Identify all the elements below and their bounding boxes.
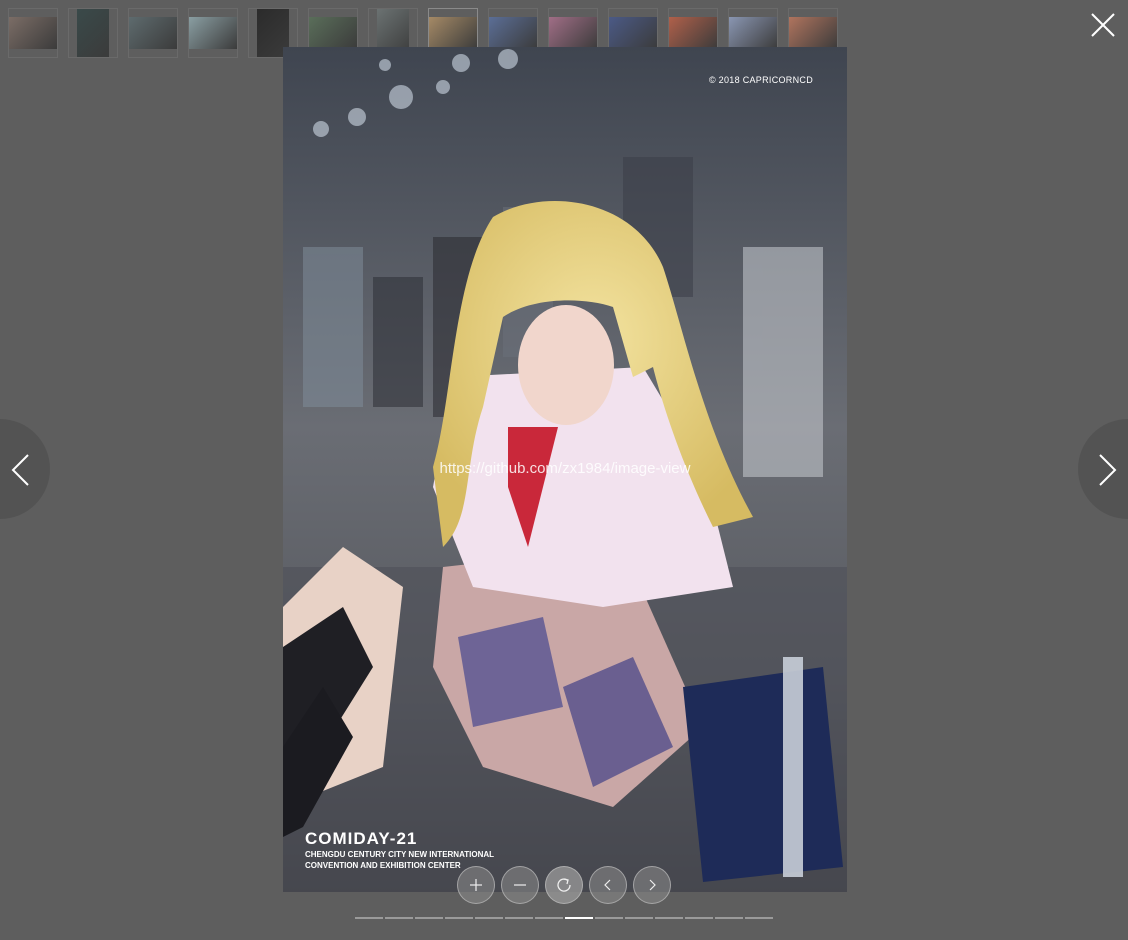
thumbnail[interactable] [68, 8, 118, 58]
page-indicator[interactable] [445, 917, 473, 919]
thumbnail[interactable] [8, 8, 58, 58]
page-indicator[interactable] [385, 917, 413, 919]
page-indicator[interactable] [715, 917, 743, 919]
thumbnail[interactable] [188, 8, 238, 58]
page-indicator[interactable] [685, 917, 713, 919]
thumbnail-image [189, 17, 237, 49]
next-image-button[interactable] [1078, 419, 1128, 519]
toolbar [457, 866, 677, 904]
thumbnail-image [789, 17, 837, 49]
thumbnail-image [549, 17, 597, 49]
event-subtitle-line: CHENGDU CENTURY CITY NEW INTERNATIONAL [305, 850, 495, 859]
close-icon [1091, 13, 1115, 37]
chevron-right-icon [649, 879, 656, 891]
rotate-icon [557, 878, 571, 892]
watermark-text: https://github.com/zx1984/image-view [439, 460, 691, 477]
zoom-out-button[interactable] [501, 866, 539, 904]
close-button[interactable] [1088, 10, 1118, 40]
image-viewer: © 2018 CAPRICORNCD COMIDAY-21 CHENGDU CE… [0, 0, 1128, 940]
page-indicator[interactable] [415, 917, 443, 919]
thumbnail-image [9, 17, 57, 49]
toolbar-next-button[interactable] [633, 866, 671, 904]
chevron-left-icon [604, 879, 611, 891]
thumbnail-image [489, 17, 537, 49]
page-indicator[interactable] [475, 917, 503, 919]
page-indicator[interactable] [625, 917, 653, 919]
thumbnail-image [77, 9, 109, 57]
chevron-right-icon [1099, 454, 1117, 486]
thumbnail-image [609, 17, 657, 49]
page-indicator[interactable] [355, 917, 383, 919]
page-indicator[interactable] [595, 917, 623, 919]
main-image[interactable]: © 2018 CAPRICORNCD COMIDAY-21 CHENGDU CE… [283, 47, 847, 892]
zoom-in-button[interactable] [457, 866, 495, 904]
thumbnail-image [669, 17, 717, 49]
copyright-text: © 2018 CAPRICORNCD [708, 75, 813, 85]
thumbnail-image [129, 17, 177, 49]
thumbnail-image [429, 17, 477, 49]
page-indicator[interactable] [565, 917, 593, 919]
page-indicator[interactable] [655, 917, 683, 919]
minus-icon [514, 884, 526, 886]
previous-image-button[interactable] [0, 419, 50, 519]
toolbar-prev-button[interactable] [589, 866, 627, 904]
page-indicator[interactable] [535, 917, 563, 919]
pagination [355, 917, 775, 919]
event-title: COMIDAY-21 [305, 829, 418, 848]
thumbnail[interactable] [128, 8, 178, 58]
thumbnail-image [729, 17, 777, 49]
rotate-button[interactable] [545, 866, 583, 904]
page-indicator[interactable] [505, 917, 533, 919]
plus-icon [470, 879, 482, 891]
chevron-left-icon [11, 454, 29, 486]
thumbnail-image [309, 17, 357, 49]
page-indicator[interactable] [745, 917, 773, 919]
